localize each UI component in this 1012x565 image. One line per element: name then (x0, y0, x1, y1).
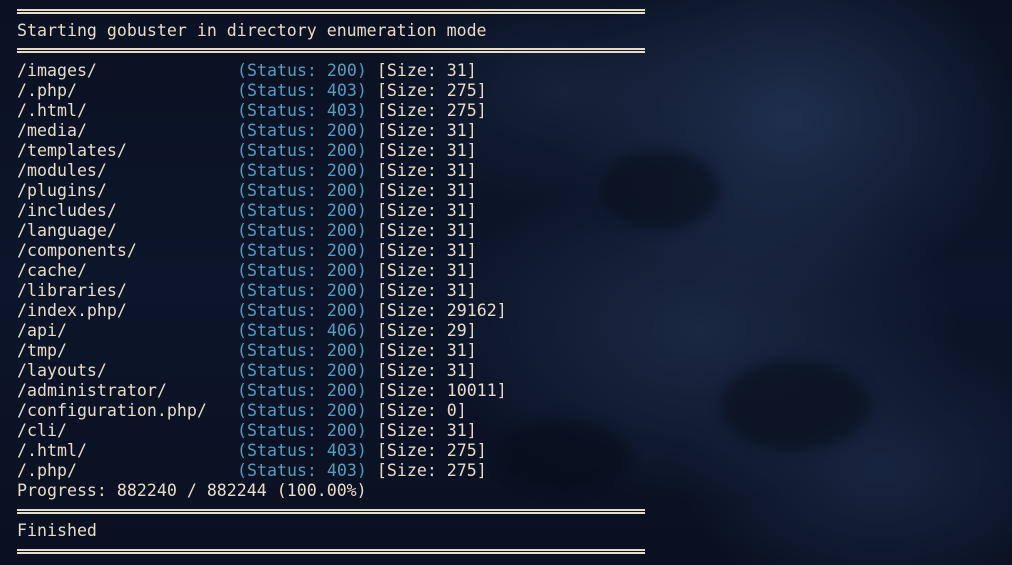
result-row: /cache/ (Status: 200) [Size: 31] (17, 261, 477, 281)
footer-bottom-rule (17, 549, 645, 554)
footer-top-rule (17, 509, 645, 514)
result-path: /.php/ (17, 81, 77, 100)
result-path: /language/ (17, 221, 117, 240)
result-path: /plugins/ (17, 181, 107, 200)
result-status: (Status: 200) (237, 221, 367, 240)
result-size: [Size: 31] (376, 161, 477, 180)
result-path: /components/ (17, 241, 137, 260)
result-path: /.html/ (17, 101, 87, 120)
result-size: [Size: 10011] (376, 381, 507, 400)
result-status: (Status: 200) (237, 301, 367, 320)
result-size: [Size: 29] (376, 321, 477, 340)
result-status: (Status: 403) (237, 441, 367, 460)
result-row: /tmp/ (Status: 200) [Size: 31] (17, 341, 477, 361)
result-row: /.html/ (Status: 403) [Size: 275] (17, 441, 487, 461)
result-row: /includes/ (Status: 200) [Size: 31] (17, 201, 477, 221)
result-size: [Size: 31] (376, 261, 477, 280)
result-size: [Size: 31] (376, 421, 477, 440)
result-status: (Status: 200) (237, 381, 367, 400)
result-status: (Status: 200) (237, 241, 367, 260)
result-status: (Status: 403) (237, 461, 367, 480)
result-size: [Size: 275] (376, 81, 487, 100)
result-size: [Size: 31] (376, 341, 477, 360)
result-size: [Size: 31] (376, 141, 477, 160)
progress-line: Progress: 882240 / 882244 (100.00%) (17, 481, 367, 500)
result-path: /modules/ (17, 161, 107, 180)
result-size: [Size: 31] (376, 121, 477, 140)
result-status: (Status: 200) (237, 181, 367, 200)
finished-text: Finished (17, 521, 97, 540)
result-path: /templates/ (17, 141, 127, 160)
result-path: /api/ (17, 321, 67, 340)
result-row: /.php/ (Status: 403) [Size: 275] (17, 81, 487, 101)
result-row: /components/ (Status: 200) [Size: 31] (17, 241, 477, 261)
result-row: /index.php/ (Status: 200) [Size: 29162] (17, 301, 507, 321)
header-text: Starting gobuster in directory enumerati… (17, 21, 487, 40)
terminal-output: Starting gobuster in directory enumerati… (0, 0, 1012, 565)
result-status: (Status: 200) (237, 361, 367, 380)
result-path: /media/ (17, 121, 87, 140)
result-row: /layouts/ (Status: 200) [Size: 31] (17, 361, 477, 381)
result-row: /api/ (Status: 406) [Size: 29] (17, 321, 477, 341)
result-status: (Status: 200) (237, 121, 367, 140)
result-row: /libraries/ (Status: 200) [Size: 31] (17, 281, 477, 301)
result-path: /images/ (17, 61, 97, 80)
result-row: /cli/ (Status: 200) [Size: 31] (17, 421, 477, 441)
result-path: /administrator/ (17, 381, 167, 400)
result-row: /plugins/ (Status: 200) [Size: 31] (17, 181, 477, 201)
result-path: /index.php/ (17, 301, 127, 320)
result-size: [Size: 275] (376, 441, 487, 460)
result-size: [Size: 31] (376, 361, 477, 380)
result-path: /libraries/ (17, 281, 127, 300)
result-row: /modules/ (Status: 200) [Size: 31] (17, 161, 477, 181)
result-path: /.html/ (17, 441, 87, 460)
header-bottom-rule (17, 48, 645, 53)
result-row: /.php/ (Status: 403) [Size: 275] (17, 461, 487, 481)
result-size: [Size: 275] (376, 461, 487, 480)
result-row: /administrator/ (Status: 200) [Size: 1001… (17, 381, 507, 401)
result-path: /layouts/ (17, 361, 107, 380)
result-row: /media/ (Status: 200) [Size: 31] (17, 121, 477, 141)
result-row: /.html/ (Status: 403) [Size: 275] (17, 101, 487, 121)
result-path: /.php/ (17, 461, 77, 480)
result-row: /language/ (Status: 200) [Size: 31] (17, 221, 477, 241)
result-size: [Size: 29162] (376, 301, 507, 320)
result-status: (Status: 200) (237, 161, 367, 180)
result-path: /tmp/ (17, 341, 67, 360)
result-size: [Size: 31] (376, 181, 477, 200)
result-status: (Status: 200) (237, 281, 367, 300)
result-size: [Size: 0] (376, 401, 467, 420)
result-row: /images/ (Status: 200) [Size: 31] (17, 61, 477, 81)
result-status: (Status: 200) (237, 141, 367, 160)
result-status: (Status: 403) (237, 101, 367, 120)
result-status: (Status: 200) (237, 261, 367, 280)
result-status: (Status: 406) (237, 321, 367, 340)
result-size: [Size: 31] (376, 61, 477, 80)
header-top-rule (17, 9, 645, 14)
result-status: (Status: 200) (237, 421, 367, 440)
result-status: (Status: 200) (237, 341, 367, 360)
result-row: /configuration.php/ (Status: 200) [Size: … (17, 401, 467, 421)
result-status: (Status: 403) (237, 81, 367, 100)
result-size: [Size: 31] (376, 241, 477, 260)
result-row: /templates/ (Status: 200) [Size: 31] (17, 141, 477, 161)
result-path: /configuration.php/ (17, 401, 207, 420)
result-size: [Size: 275] (376, 101, 487, 120)
result-path: /includes/ (17, 201, 117, 220)
result-size: [Size: 31] (376, 201, 477, 220)
result-size: [Size: 31] (376, 281, 477, 300)
result-status: (Status: 200) (237, 201, 367, 220)
result-path: /cli/ (17, 421, 67, 440)
result-size: [Size: 31] (376, 221, 477, 240)
result-path: /cache/ (17, 261, 87, 280)
result-status: (Status: 200) (237, 401, 367, 420)
result-status: (Status: 200) (237, 61, 367, 80)
